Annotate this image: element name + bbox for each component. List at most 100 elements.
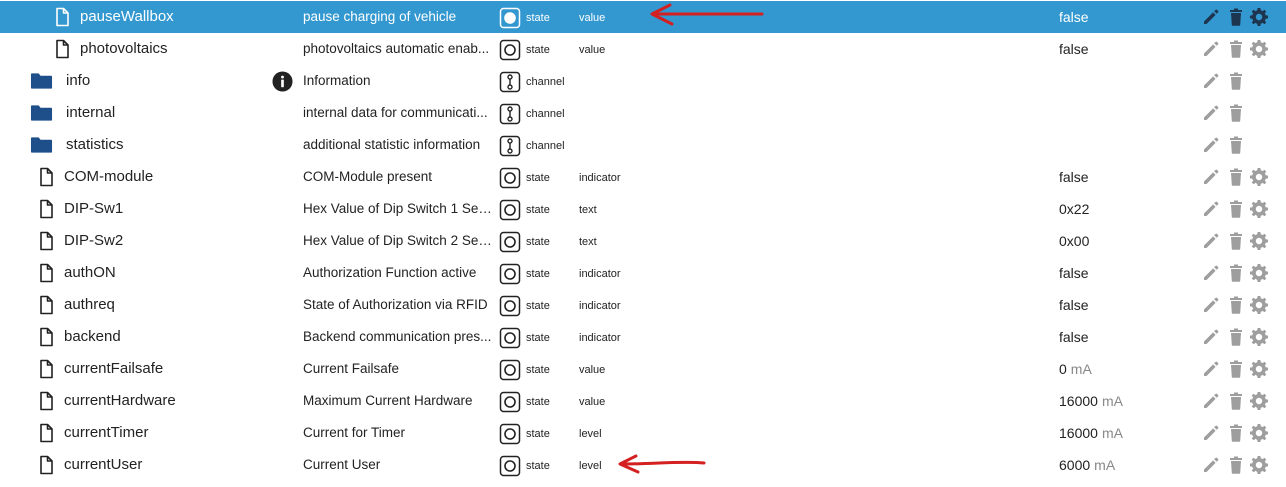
object-value[interactable]: 6000 mA <box>1059 456 1115 474</box>
object-type: state <box>526 460 550 472</box>
delete-icon[interactable] <box>1226 71 1246 91</box>
delete-icon[interactable] <box>1226 167 1246 187</box>
gear-icon[interactable] <box>1249 455 1269 475</box>
tree-row-backend[interactable]: backend Backend communication pres... stat… <box>0 321 1286 353</box>
tree-row-DIP-Sw2[interactable]: DIP-Sw2 Hex Value of Dip Switch 2 Set... s… <box>0 225 1286 257</box>
object-name: DIP-Sw2 <box>64 232 124 249</box>
gear-icon[interactable] <box>1249 391 1269 411</box>
delete-icon[interactable] <box>1226 327 1246 347</box>
tree-row-currentHardware[interactable]: currentHardware Maximum Current Hardware s… <box>0 385 1286 417</box>
edit-icon[interactable] <box>1201 359 1221 379</box>
edit-icon[interactable] <box>1201 327 1221 347</box>
delete-icon[interactable] <box>1226 231 1246 251</box>
object-value[interactable]: 0x22 <box>1059 200 1089 218</box>
tree-row-currentTimer[interactable]: currentTimer Current for Timer state level 1… <box>0 417 1286 449</box>
value-text: 0x00 <box>1059 233 1090 249</box>
channel-icon <box>499 103 521 125</box>
object-description: COM-Module present <box>303 169 433 184</box>
state-active-icon <box>499 7 521 29</box>
edit-icon[interactable] <box>1201 7 1221 27</box>
object-role: value <box>579 44 606 56</box>
file-icon <box>36 359 56 379</box>
tree-row-currentUser[interactable]: currentUser Current User state level 6000 mA <box>0 449 1286 481</box>
tree-row-authON[interactable]: authON Authorization Function active state… <box>0 257 1286 289</box>
file-icon <box>52 39 72 59</box>
object-value[interactable]: 16000 mA <box>1059 392 1123 410</box>
gear-icon[interactable] <box>1249 167 1269 187</box>
object-role: indicator <box>579 300 621 312</box>
edit-icon[interactable] <box>1201 103 1221 123</box>
object-value[interactable]: false <box>1059 264 1089 282</box>
edit-icon[interactable] <box>1201 199 1221 219</box>
object-type: state <box>526 172 550 184</box>
object-type: state <box>526 44 550 56</box>
file-icon <box>36 327 56 347</box>
object-name: internal <box>66 104 116 121</box>
object-description: Authorization Function active <box>303 265 477 280</box>
tree-row-pauseWallbox[interactable]: pauseWallbox pause charging of vehicle sta… <box>0 1 1286 33</box>
edit-icon[interactable] <box>1201 423 1221 443</box>
edit-icon[interactable] <box>1201 39 1221 59</box>
value-text: 6000 <box>1059 457 1091 473</box>
delete-icon[interactable] <box>1226 7 1246 27</box>
delete-icon[interactable] <box>1226 135 1246 155</box>
edit-icon[interactable] <box>1201 71 1221 91</box>
state-icon <box>499 199 521 221</box>
object-name: backend <box>64 328 121 345</box>
channel-icon <box>499 135 521 157</box>
object-description: Current Failsafe <box>303 361 400 376</box>
object-value[interactable]: false <box>1059 168 1089 186</box>
gear-icon[interactable] <box>1249 199 1269 219</box>
object-role: text <box>579 204 597 216</box>
delete-icon[interactable] <box>1226 263 1246 283</box>
object-value[interactable]: false <box>1059 8 1089 26</box>
delete-icon[interactable] <box>1226 423 1246 443</box>
gear-icon[interactable] <box>1249 359 1269 379</box>
object-role: indicator <box>579 268 621 280</box>
delete-icon[interactable] <box>1226 391 1246 411</box>
object-role: indicator <box>579 332 621 344</box>
object-value[interactable]: false <box>1059 296 1089 314</box>
tree-row-COM-module[interactable]: COM-module COM-Module present state indicat… <box>0 161 1286 193</box>
value-text: false <box>1059 297 1089 313</box>
tree-row-statistics[interactable]: statistics additional statistic informati… <box>0 129 1286 161</box>
gear-icon[interactable] <box>1249 39 1269 59</box>
gear-icon[interactable] <box>1249 295 1269 315</box>
delete-icon[interactable] <box>1226 455 1246 475</box>
object-name: statistics <box>66 136 124 153</box>
gear-icon[interactable] <box>1249 7 1269 27</box>
edit-icon[interactable] <box>1201 295 1221 315</box>
delete-icon[interactable] <box>1226 295 1246 315</box>
value-unit: mA <box>1070 361 1092 377</box>
tree-row-DIP-Sw1[interactable]: DIP-Sw1 Hex Value of Dip Switch 1 Set... s… <box>0 193 1286 225</box>
tree-row-photovoltaics[interactable]: photovoltaics photovoltaics automatic ena… <box>0 33 1286 65</box>
tree-row-currentFailsafe[interactable]: currentFailsafe Current Failsafe state valu… <box>0 353 1286 385</box>
delete-icon[interactable] <box>1226 103 1246 123</box>
edit-icon[interactable] <box>1201 135 1221 155</box>
edit-icon[interactable] <box>1201 455 1221 475</box>
object-value[interactable]: 16000 mA <box>1059 424 1123 442</box>
object-value[interactable]: 0x00 <box>1059 232 1089 250</box>
tree-row-info[interactable]: info Information channel <box>0 65 1286 97</box>
object-value[interactable]: false <box>1059 328 1089 346</box>
delete-icon[interactable] <box>1226 199 1246 219</box>
delete-icon[interactable] <box>1226 359 1246 379</box>
object-value[interactable]: 0 mA <box>1059 360 1092 378</box>
tree-row-authreq[interactable]: authreq State of Authorization via RFID st… <box>0 289 1286 321</box>
delete-icon[interactable] <box>1226 39 1246 59</box>
gear-icon[interactable] <box>1249 231 1269 251</box>
object-role: level <box>579 428 602 440</box>
edit-icon[interactable] <box>1201 391 1221 411</box>
edit-icon[interactable] <box>1201 167 1221 187</box>
state-icon <box>499 167 521 189</box>
gear-icon[interactable] <box>1249 423 1269 443</box>
tree-row-internal[interactable]: internal internal data for communicati...… <box>0 97 1286 129</box>
edit-icon[interactable] <box>1201 263 1221 283</box>
gear-icon[interactable] <box>1249 263 1269 283</box>
object-role: indicator <box>579 172 621 184</box>
object-value[interactable]: false <box>1059 40 1089 58</box>
gear-icon[interactable] <box>1249 327 1269 347</box>
object-type: channel <box>526 76 565 88</box>
value-text: 16000 <box>1059 393 1098 409</box>
edit-icon[interactable] <box>1201 231 1221 251</box>
